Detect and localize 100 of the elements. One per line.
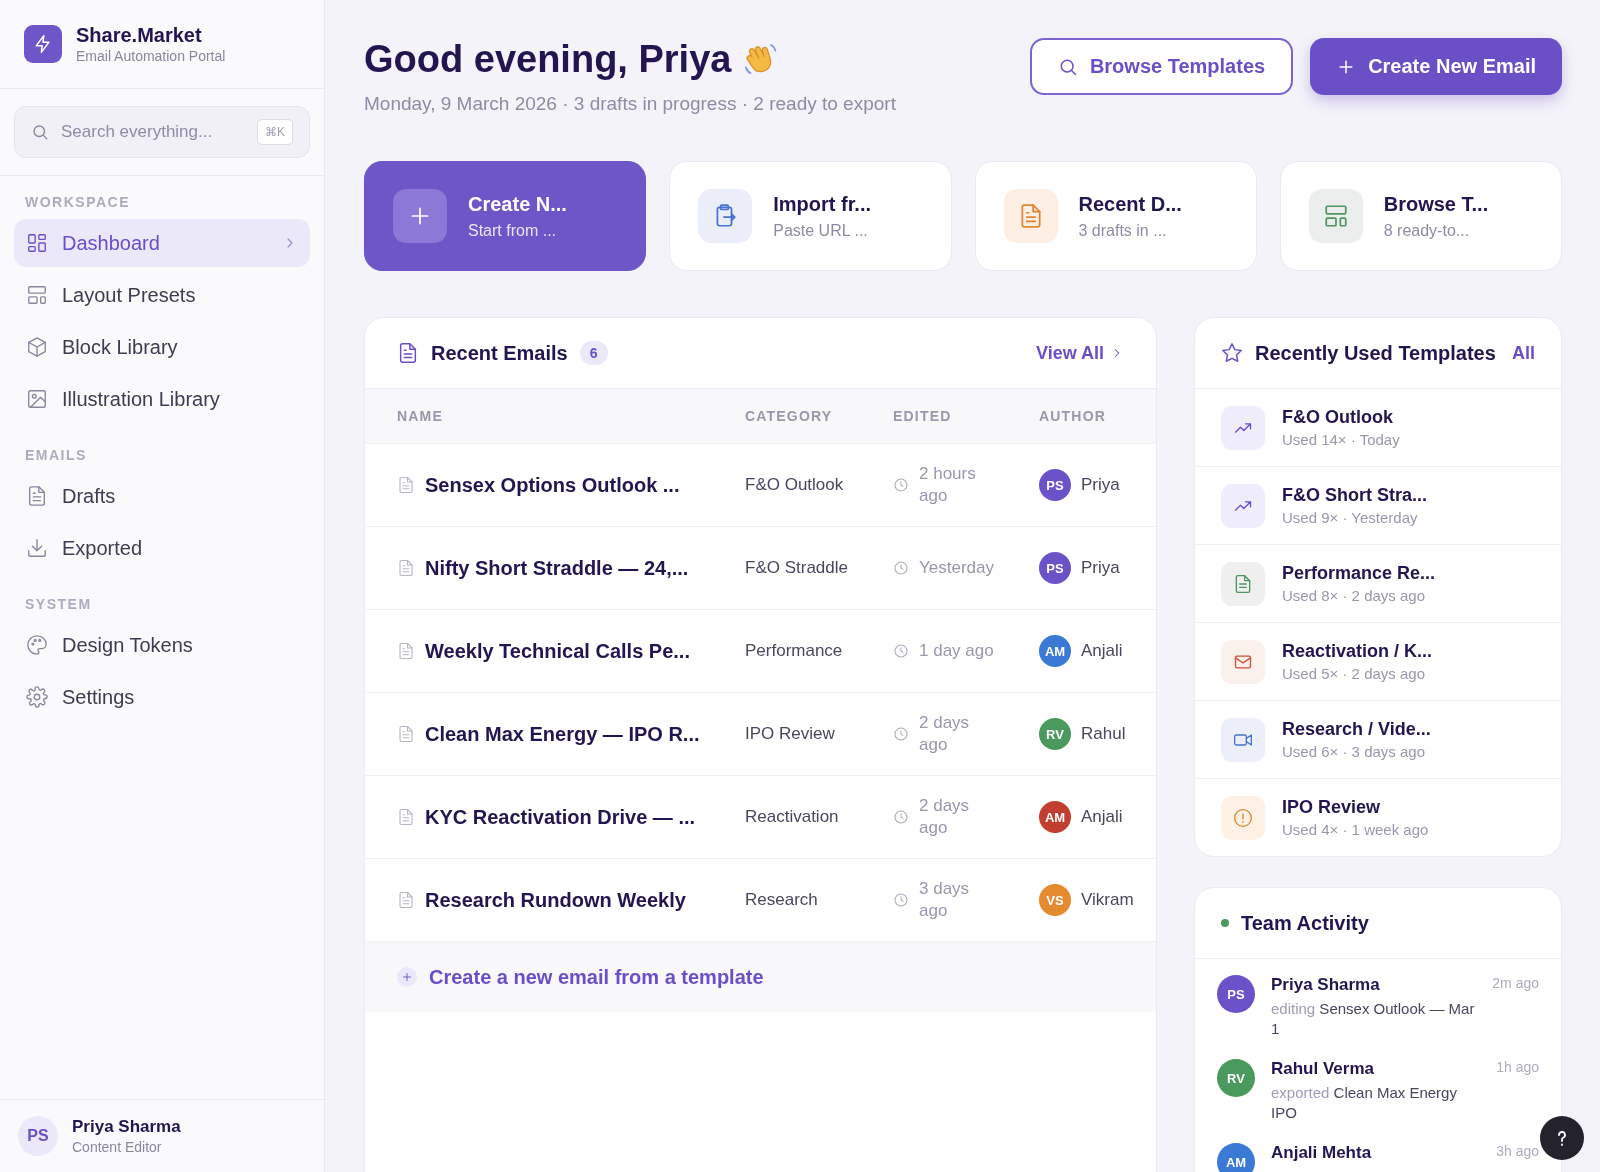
sidebar-item[interactable]: Exported bbox=[14, 524, 310, 572]
section-heading: SYSTEM bbox=[24, 595, 93, 614]
user-name: Priya Sharma bbox=[1271, 975, 1381, 995]
template-item[interactable]: F&O Short Stra... Used 9× · Yesterday bbox=[1195, 466, 1561, 544]
status-dot bbox=[1221, 919, 1229, 927]
quick-action-card[interactable]: Import fr... Paste URL ... bbox=[669, 161, 952, 271]
template-name: Reactivation / K... bbox=[1282, 641, 1433, 662]
search-input[interactable]: Search everything... bbox=[59, 121, 247, 143]
column-header: CATEGORY bbox=[745, 408, 834, 424]
section-heading: EMAILS bbox=[24, 446, 88, 465]
activity-time: 2m ago bbox=[1492, 975, 1539, 993]
sidebar-item[interactable]: Dashboard bbox=[14, 219, 310, 267]
subtitle: Monday, 9 March 2026 · 3 drafts in progress · 2 ready to export bbox=[364, 93, 896, 115]
card-title: Recent Emails bbox=[431, 341, 568, 365]
document-icon bbox=[397, 642, 415, 660]
greeting: Good evening, Priya bbox=[364, 38, 732, 81]
clock-icon bbox=[893, 726, 909, 742]
column-header: EDITED bbox=[893, 408, 953, 424]
email-name: KYC Reactivation Drive — ... bbox=[425, 805, 696, 829]
user-avatar: RV bbox=[1217, 1059, 1255, 1097]
search-icon bbox=[31, 123, 49, 141]
sidebar-item[interactable]: Block Library bbox=[14, 323, 310, 371]
email-row[interactable]: Nifty Short Straddle — 24,... F&O Straddle Yesterday PS Priya bbox=[365, 527, 1156, 610]
brand-tagline: Email Automation Portal bbox=[76, 48, 226, 64]
email-row[interactable]: KYC Reactivation Drive — ... Reactivation 2 days ago AM Anjali bbox=[365, 776, 1156, 859]
sidebar-item[interactable]: Drafts bbox=[14, 472, 310, 520]
all-link[interactable]: All bbox=[1512, 342, 1535, 364]
template-item[interactable]: Reactivation / K... Used 5× · 2 days ago bbox=[1195, 622, 1561, 700]
column-header: NAME bbox=[397, 408, 445, 424]
alert-icon bbox=[1233, 807, 1253, 828]
email-row[interactable]: Weekly Technical Calls Pe... Performance 1 day ago AM Anjali bbox=[365, 610, 1156, 693]
category-cell-text: Research bbox=[745, 889, 819, 911]
email-row[interactable]: Clean Max Energy — IPO R... IPO Review 2 days ago RV Rahul bbox=[365, 693, 1156, 776]
card-subtitle: 3 drafts in ... bbox=[1078, 221, 1168, 240]
help-button[interactable] bbox=[1540, 1116, 1584, 1160]
author-name: Rahul bbox=[1081, 724, 1126, 744]
activity-time: 1h ago bbox=[1496, 1059, 1539, 1077]
template-item[interactable]: IPO Review Used 4× · 1 week ago bbox=[1195, 778, 1561, 856]
sidebar-item[interactable]: Layout Presets bbox=[14, 271, 310, 319]
sidebar-item[interactable]: Illustration Library bbox=[14, 375, 310, 423]
document-icon bbox=[397, 476, 415, 494]
author-avatar: PS bbox=[1039, 552, 1071, 584]
star-icon bbox=[1221, 342, 1243, 364]
author-name: Anjali bbox=[1081, 641, 1123, 661]
quick-action-card[interactable]: Create N... Start from ... bbox=[364, 161, 647, 271]
card-subtitle: Paste URL ... bbox=[773, 221, 869, 240]
template-usage: Used 5× · 2 days ago bbox=[1282, 665, 1426, 682]
edited-time: 2 days ago bbox=[919, 712, 971, 756]
grid-icon bbox=[26, 232, 48, 254]
category-cell-text: F&O Straddle bbox=[745, 557, 849, 579]
card-title: Import fr... bbox=[773, 192, 872, 216]
category-cell-text: Reactivation bbox=[745, 806, 840, 828]
layout-icon bbox=[1322, 203, 1349, 229]
card-title: Team Activity bbox=[1241, 911, 1369, 935]
author-name: Anjali bbox=[1081, 807, 1123, 827]
layout-icon bbox=[26, 284, 48, 306]
category-cell-text: F&O Outlook bbox=[745, 474, 845, 496]
user-name: Rahul Verma bbox=[1271, 1059, 1375, 1079]
edited-time: 2 days ago bbox=[919, 795, 971, 839]
document-icon bbox=[397, 559, 415, 577]
view-all-link[interactable]: View All bbox=[1035, 342, 1124, 364]
user-name: Priya Sharma bbox=[72, 1117, 181, 1137]
edited-time: 2 hours ago bbox=[919, 463, 977, 507]
create-from-template-link[interactable]: Create a new email from a template bbox=[397, 965, 764, 989]
document-icon bbox=[26, 485, 48, 507]
edited-time: 3 days ago bbox=[919, 878, 971, 922]
document-icon bbox=[397, 891, 415, 909]
quick-action-card[interactable]: Browse T... 8 ready-to... bbox=[1279, 161, 1562, 271]
sidebar-item[interactable]: Design Tokens bbox=[14, 621, 310, 669]
template-item[interactable]: Research / Vide... Used 6× · 3 days ago bbox=[1195, 700, 1561, 778]
email-row[interactable]: Sensex Options Outlook ... F&O Outlook 2 hours ago PS Priya bbox=[365, 444, 1156, 527]
activity-time: 3h ago bbox=[1496, 1143, 1539, 1161]
count-badge: 6 bbox=[579, 341, 608, 365]
section-heading: WORKSPACE bbox=[24, 193, 132, 212]
author-avatar: VS bbox=[1039, 884, 1071, 916]
cube-icon bbox=[26, 336, 48, 358]
template-item[interactable]: F&O Outlook Used 14× · Today bbox=[1195, 389, 1561, 466]
create-email-button[interactable]: Create New Email bbox=[1310, 38, 1562, 95]
template-usage: Used 9× · Yesterday bbox=[1282, 509, 1419, 526]
browse-templates-button[interactable]: Browse Templates bbox=[1029, 38, 1294, 95]
shortcut-key: ⌘K bbox=[257, 119, 293, 145]
clock-icon bbox=[893, 809, 909, 825]
brand-name: Share.Market bbox=[76, 24, 203, 47]
card-title: Browse T... bbox=[1383, 192, 1489, 216]
author-name: Vikram bbox=[1081, 890, 1134, 910]
template-usage: Used 14× · Today bbox=[1282, 431, 1400, 448]
user-role: Content Editor bbox=[72, 1139, 163, 1155]
template-name: Research / Vide... bbox=[1282, 719, 1431, 740]
user-avatar: PS bbox=[18, 1116, 58, 1156]
sidebar-item[interactable]: Settings bbox=[14, 673, 310, 721]
author-avatar: PS bbox=[1039, 469, 1071, 501]
clock-icon bbox=[893, 892, 909, 908]
download-icon bbox=[26, 537, 48, 559]
template-item[interactable]: Performance Re... Used 8× · 2 days ago bbox=[1195, 544, 1561, 622]
author-avatar: AM bbox=[1039, 801, 1071, 833]
document-icon bbox=[397, 808, 415, 826]
edited-time: 1 day ago bbox=[919, 640, 994, 662]
plus-icon bbox=[397, 967, 417, 987]
template-usage: Used 4× · 1 week ago bbox=[1282, 821, 1429, 838]
quick-action-card[interactable]: Recent D... 3 drafts in ... bbox=[974, 161, 1257, 271]
